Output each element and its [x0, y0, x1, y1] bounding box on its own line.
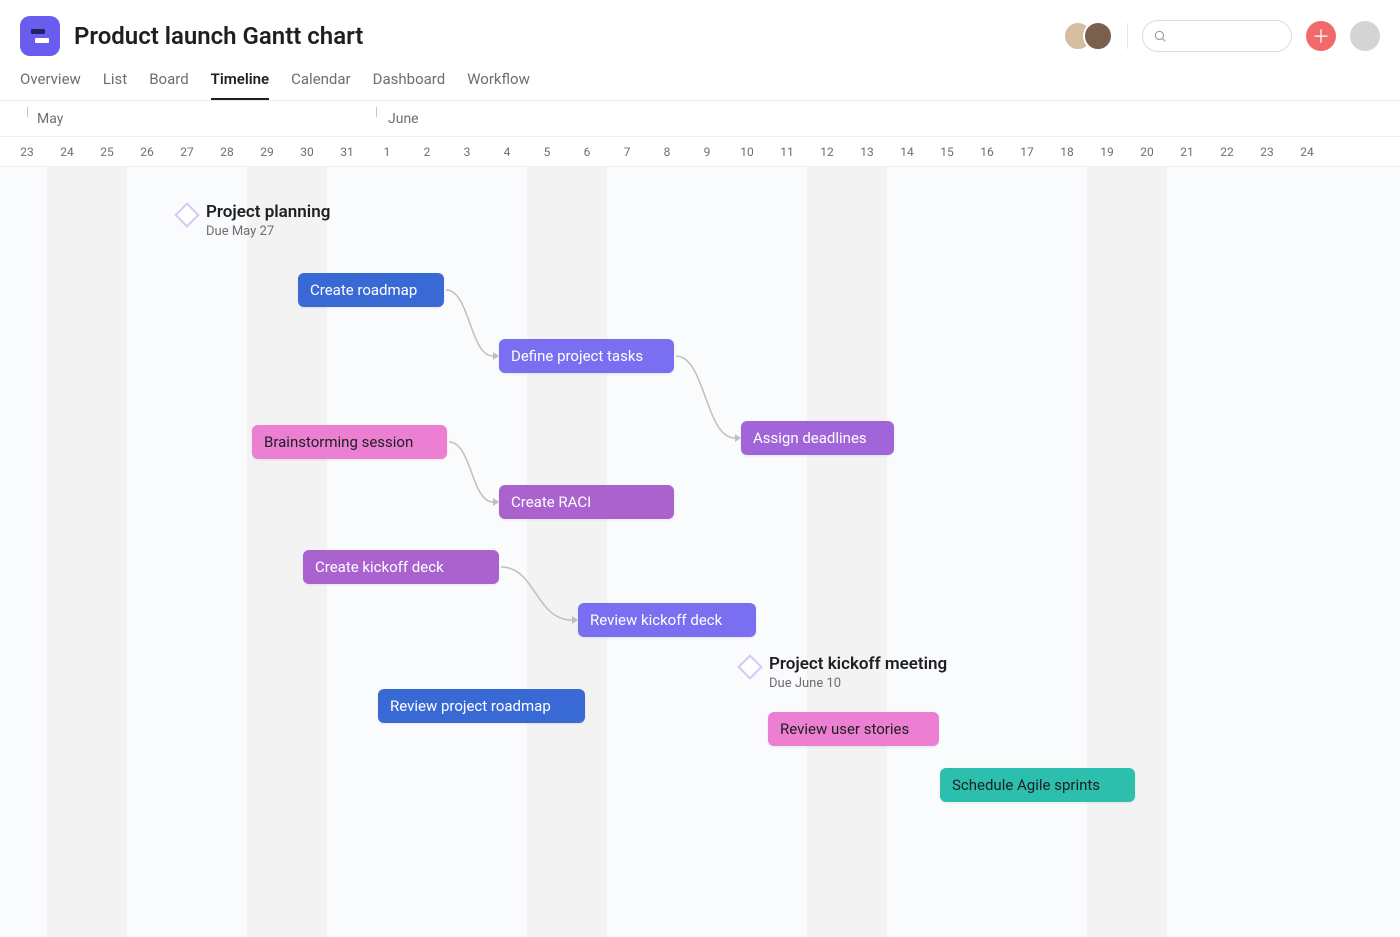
add-button[interactable]: ＋: [1306, 21, 1336, 51]
task-bar[interactable]: Assign deadlines: [741, 421, 894, 455]
day-cell: 24: [1287, 145, 1327, 159]
divider: [1127, 23, 1128, 49]
weekend-stripe: [47, 167, 127, 937]
diamond-icon: [737, 654, 762, 679]
day-cell: 5: [527, 145, 567, 159]
dependency-arrow: [672, 352, 749, 446]
task-bar[interactable]: Create kickoff deck: [303, 550, 499, 584]
weekend-stripe: [527, 167, 607, 937]
page-title: Product launch Gantt chart: [74, 22, 363, 50]
task-bar[interactable]: Brainstorming session: [252, 425, 447, 459]
member-avatars[interactable]: [1063, 21, 1113, 51]
day-cell: 17: [1007, 145, 1047, 159]
day-cell: 23: [7, 145, 47, 159]
day-cell: 13: [847, 145, 887, 159]
gantt-chart[interactable]: Project planning Due May 27 Project kickof…: [0, 167, 1400, 937]
day-cell: 28: [207, 145, 247, 159]
day-cell: 22: [1207, 145, 1247, 159]
day-cell: 19: [1087, 145, 1127, 159]
app-icon[interactable]: [20, 16, 60, 56]
milestone-title: Project kickoff meeting: [769, 654, 947, 674]
dependency-arrow: [442, 286, 507, 364]
view-tabs: Overview List Board Timeline Calendar Dashboa…: [0, 56, 1400, 101]
day-cell: 26: [127, 145, 167, 159]
day-row: 2324252627282930311234567891011121314151…: [0, 137, 1400, 167]
day-cell: 7: [607, 145, 647, 159]
month-tick: [376, 107, 377, 117]
tab-list[interactable]: List: [103, 70, 127, 100]
day-cell: 18: [1047, 145, 1087, 159]
task-bar[interactable]: Create roadmap: [298, 273, 444, 307]
app-icon-glyph: [31, 29, 49, 43]
milestone-subtitle: Due June 10: [769, 676, 947, 691]
day-cell: 20: [1127, 145, 1167, 159]
day-cell: 15: [927, 145, 967, 159]
day-cell: 29: [247, 145, 287, 159]
day-cell: 2: [407, 145, 447, 159]
tab-calendar[interactable]: Calendar: [291, 70, 351, 100]
month-tick: [27, 107, 28, 117]
weekend-stripe: [1087, 167, 1167, 937]
day-cell: 12: [807, 145, 847, 159]
milestone-title: Project planning: [206, 202, 330, 222]
day-cell: 9: [687, 145, 727, 159]
task-bar[interactable]: Define project tasks: [499, 339, 674, 373]
milestone[interactable]: Project planning Due May 27: [178, 202, 330, 239]
day-cell: 14: [887, 145, 927, 159]
day-cell: 8: [647, 145, 687, 159]
user-avatar[interactable]: [1350, 21, 1380, 51]
month-label: May: [37, 111, 63, 127]
tab-overview[interactable]: Overview: [20, 70, 81, 100]
search-input[interactable]: [1142, 20, 1292, 52]
day-cell: 25: [87, 145, 127, 159]
tab-dashboard[interactable]: Dashboard: [373, 70, 446, 100]
dependency-arrow: [445, 438, 507, 510]
task-bar[interactable]: Review project roadmap: [378, 689, 585, 723]
day-cell: 16: [967, 145, 1007, 159]
weekend-stripe: [807, 167, 887, 937]
day-cell: 3: [447, 145, 487, 159]
day-cell: 27: [167, 145, 207, 159]
tab-timeline[interactable]: Timeline: [211, 70, 269, 100]
day-cell: 21: [1167, 145, 1207, 159]
day-cell: 10: [727, 145, 767, 159]
day-cell: 1: [367, 145, 407, 159]
milestone-subtitle: Due May 27: [206, 224, 330, 239]
day-cell: 23: [1247, 145, 1287, 159]
tab-board[interactable]: Board: [149, 70, 188, 100]
task-bar[interactable]: Review kickoff deck: [578, 603, 756, 637]
task-bar[interactable]: Review user stories: [768, 712, 939, 746]
milestone[interactable]: Project kickoff meeting Due June 10: [741, 654, 947, 691]
diamond-icon: [174, 202, 199, 227]
day-cell: 31: [327, 145, 367, 159]
day-cell: 4: [487, 145, 527, 159]
day-cell: 6: [567, 145, 607, 159]
avatar[interactable]: [1083, 21, 1113, 51]
plus-icon: ＋: [1312, 23, 1330, 49]
day-cell: 24: [47, 145, 87, 159]
task-bar[interactable]: Schedule Agile sprints: [940, 768, 1135, 802]
month-row: May June: [0, 101, 1400, 137]
day-cell: 11: [767, 145, 807, 159]
month-label: June: [388, 111, 419, 127]
day-cell: 30: [287, 145, 327, 159]
task-bar[interactable]: Create RACI: [499, 485, 674, 519]
tab-workflow[interactable]: Workflow: [467, 70, 530, 100]
search-icon: [1153, 29, 1167, 43]
